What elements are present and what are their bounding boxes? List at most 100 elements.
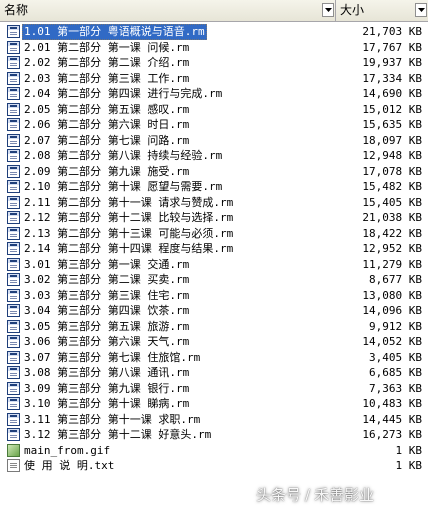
file-size: 18,097 KB	[362, 133, 422, 147]
realmedia-file-icon	[7, 133, 20, 147]
realmedia-file-icon	[7, 335, 20, 348]
file-size: 9,912 KB	[369, 319, 422, 333]
file-size: 15,482 KB	[362, 180, 422, 193]
file-row[interactable]: 2.01 第二部分 第一课 问候.rm 17,767 KB	[0, 40, 428, 56]
file-name: 3.04 第三部分 第四课 饮茶.rm	[24, 304, 190, 317]
file-size: 1 KB	[395, 459, 423, 472]
realmedia-file-icon	[7, 211, 20, 224]
realmedia-file-icon	[7, 118, 20, 131]
file-row[interactable]: 3.11 第三部分 第十一课 求职.rm 14,445 KB	[0, 412, 428, 428]
file-row[interactable]: 2.06 第二部分 第六课 时日.rm 15,635 KB	[0, 117, 428, 133]
file-size: 15,635 KB	[362, 118, 422, 131]
file-name: 3.06 第三部分 第六课 天气.rm	[24, 335, 190, 348]
realmedia-file-icon	[7, 412, 20, 426]
file-name: main_from.gif	[24, 443, 111, 457]
realmedia-file-icon	[7, 257, 20, 271]
file-row[interactable]: 2.14 第二部分 第十四课 程度与结果.rm 12,952 KB	[0, 241, 428, 257]
file-size: 21,038 KB	[362, 211, 422, 224]
file-size: 8,677 KB	[369, 273, 422, 286]
file-row[interactable]: 1.01 第一部分 粤语概说与语音.rm 21,703 KB	[0, 24, 428, 40]
file-row[interactable]: 3.05 第三部分 第五课 旅游.rm 9,912 KB	[0, 319, 428, 335]
file-name: 2.12 第二部分 第十二课 比较与选择.rm	[24, 211, 234, 224]
file-name: 2.04 第二部分 第四课 进行与完成.rm	[24, 87, 223, 100]
realmedia-file-icon	[7, 102, 20, 116]
file-name: 2.03 第二部分 第三课 工作.rm	[24, 71, 190, 85]
file-name: 使 用 说 明.txt	[24, 459, 115, 472]
realmedia-file-icon	[7, 397, 20, 410]
file-row[interactable]: 2.12 第二部分 第十二课 比较与选择.rm 21,038 KB	[0, 210, 428, 226]
column-header-size-label: 大小	[340, 3, 365, 17]
realmedia-file-icon	[7, 288, 20, 302]
file-size: 15,012 KB	[362, 102, 422, 116]
watermark-right: 禾善影业	[314, 486, 375, 504]
name-sort-dropdown[interactable]	[322, 3, 334, 17]
file-size: 7,363 KB	[369, 381, 422, 395]
file-name: 2.02 第二部分 第二课 介绍.rm	[24, 56, 190, 69]
file-name: 3.09 第三部分 第九课 银行.rm	[24, 381, 190, 395]
file-row[interactable]: 3.01 第三部分 第一课 交通.rm 11,279 KB	[0, 257, 428, 273]
file-size: 18,422 KB	[362, 226, 422, 240]
file-size: 15,405 KB	[362, 195, 422, 209]
realmedia-file-icon	[7, 40, 20, 54]
file-row[interactable]: main_from.gif 1 KB	[0, 443, 428, 459]
file-row[interactable]: 2.03 第二部分 第三课 工作.rm 17,334 KB	[0, 71, 428, 87]
file-row[interactable]: 2.07 第二部分 第七课 问路.rm 18,097 KB	[0, 133, 428, 149]
file-name: 2.07 第二部分 第七课 问路.rm	[24, 133, 190, 147]
file-size: 1 KB	[395, 443, 423, 457]
file-row[interactable]: 2.05 第二部分 第五课 感叹.rm 15,012 KB	[0, 102, 428, 118]
realmedia-file-icon	[7, 180, 20, 193]
file-list: 1.01 第一部分 粤语概说与语音.rm 21,703 KB 2.01 第二部分 第…	[0, 24, 428, 474]
file-row[interactable]: 3.03 第三部分 第三课 住宅.rm 13,080 KB	[0, 288, 428, 304]
column-header-name[interactable]: 名称	[0, 0, 336, 21]
column-header-size[interactable]: 大小	[336, 0, 428, 21]
text-file-icon	[7, 459, 20, 472]
file-row[interactable]: 3.10 第三部分 第十课 睇病.rm 10,483 KB	[0, 396, 428, 412]
file-size: 17,334 KB	[362, 71, 422, 85]
file-row[interactable]: 2.02 第二部分 第二课 介绍.rm 19,937 KB	[0, 55, 428, 71]
file-row[interactable]: 2.09 第二部分 第九课 施受.rm 17,078 KB	[0, 164, 428, 180]
file-size: 21,703 KB	[362, 25, 422, 38]
realmedia-file-icon	[7, 195, 20, 209]
file-name: 2.10 第二部分 第十课 愿望与需要.rm	[24, 180, 223, 193]
chevron-down-icon	[324, 8, 332, 12]
file-size: 14,052 KB	[362, 335, 422, 348]
file-name: 2.09 第二部分 第九课 施受.rm	[24, 164, 190, 178]
file-row[interactable]: 2.08 第二部分 第八课 持续与经验.rm 12,948 KB	[0, 148, 428, 164]
realmedia-file-icon	[7, 71, 20, 85]
file-name: 3.07 第三部分 第七课 住旅馆.rm	[24, 350, 201, 364]
file-name: 3.12 第三部分 第十二课 好意头.rm	[24, 428, 212, 441]
column-header-name-label: 名称	[4, 3, 29, 17]
file-row[interactable]: 3.02 第三部分 第二课 买卖.rm 8,677 KB	[0, 272, 428, 288]
file-row[interactable]: 3.06 第三部分 第六课 天气.rm 14,052 KB	[0, 334, 428, 350]
file-name: 3.11 第三部分 第十一课 求职.rm	[24, 412, 201, 426]
file-row[interactable]: 3.09 第三部分 第九课 银行.rm 7,363 KB	[0, 381, 428, 397]
chevron-down-icon	[417, 8, 425, 12]
gif-image-icon	[7, 443, 20, 457]
realmedia-file-icon	[7, 273, 20, 286]
file-row[interactable]: 2.04 第二部分 第四课 进行与完成.rm 14,690 KB	[0, 86, 428, 102]
file-row[interactable]: 2.10 第二部分 第十课 愿望与需要.rm 15,482 KB	[0, 179, 428, 195]
file-size: 13,080 KB	[362, 288, 422, 302]
realmedia-file-icon	[7, 164, 20, 178]
file-row[interactable]: 3.07 第三部分 第七课 住旅馆.rm 3,405 KB	[0, 350, 428, 366]
size-sort-dropdown[interactable]	[415, 3, 427, 17]
file-name: 2.05 第二部分 第五课 感叹.rm	[24, 102, 190, 116]
column-header-bar: 名称 大小	[0, 0, 428, 22]
file-row[interactable]: 2.11 第二部分 第十一课 请求与赞成.rm 15,405 KB	[0, 195, 428, 211]
file-name: 2.13 第二部分 第十三课 可能与必须.rm	[24, 226, 234, 240]
realmedia-file-icon	[7, 428, 20, 441]
file-row[interactable]: 使 用 说 明.txt 1 KB	[0, 458, 428, 474]
file-row[interactable]: 2.13 第二部分 第十三课 可能与必须.rm 18,422 KB	[0, 226, 428, 242]
file-row[interactable]: 3.04 第三部分 第四课 饮茶.rm 14,096 KB	[0, 303, 428, 319]
realmedia-file-icon	[7, 381, 20, 395]
realmedia-file-icon	[7, 87, 20, 100]
realmedia-file-icon	[7, 319, 20, 333]
realmedia-file-icon	[7, 242, 20, 255]
file-row[interactable]: 3.12 第三部分 第十二课 好意头.rm 16,273 KB	[0, 427, 428, 443]
file-name: 2.08 第二部分 第八课 持续与经验.rm	[24, 149, 223, 162]
realmedia-file-icon	[7, 350, 20, 364]
watermark-separator: /	[305, 486, 311, 504]
file-row[interactable]: 3.08 第三部分 第八课 通讯.rm 6,685 KB	[0, 365, 428, 381]
file-size: 19,937 KB	[362, 56, 422, 69]
file-size: 17,767 KB	[362, 40, 422, 54]
